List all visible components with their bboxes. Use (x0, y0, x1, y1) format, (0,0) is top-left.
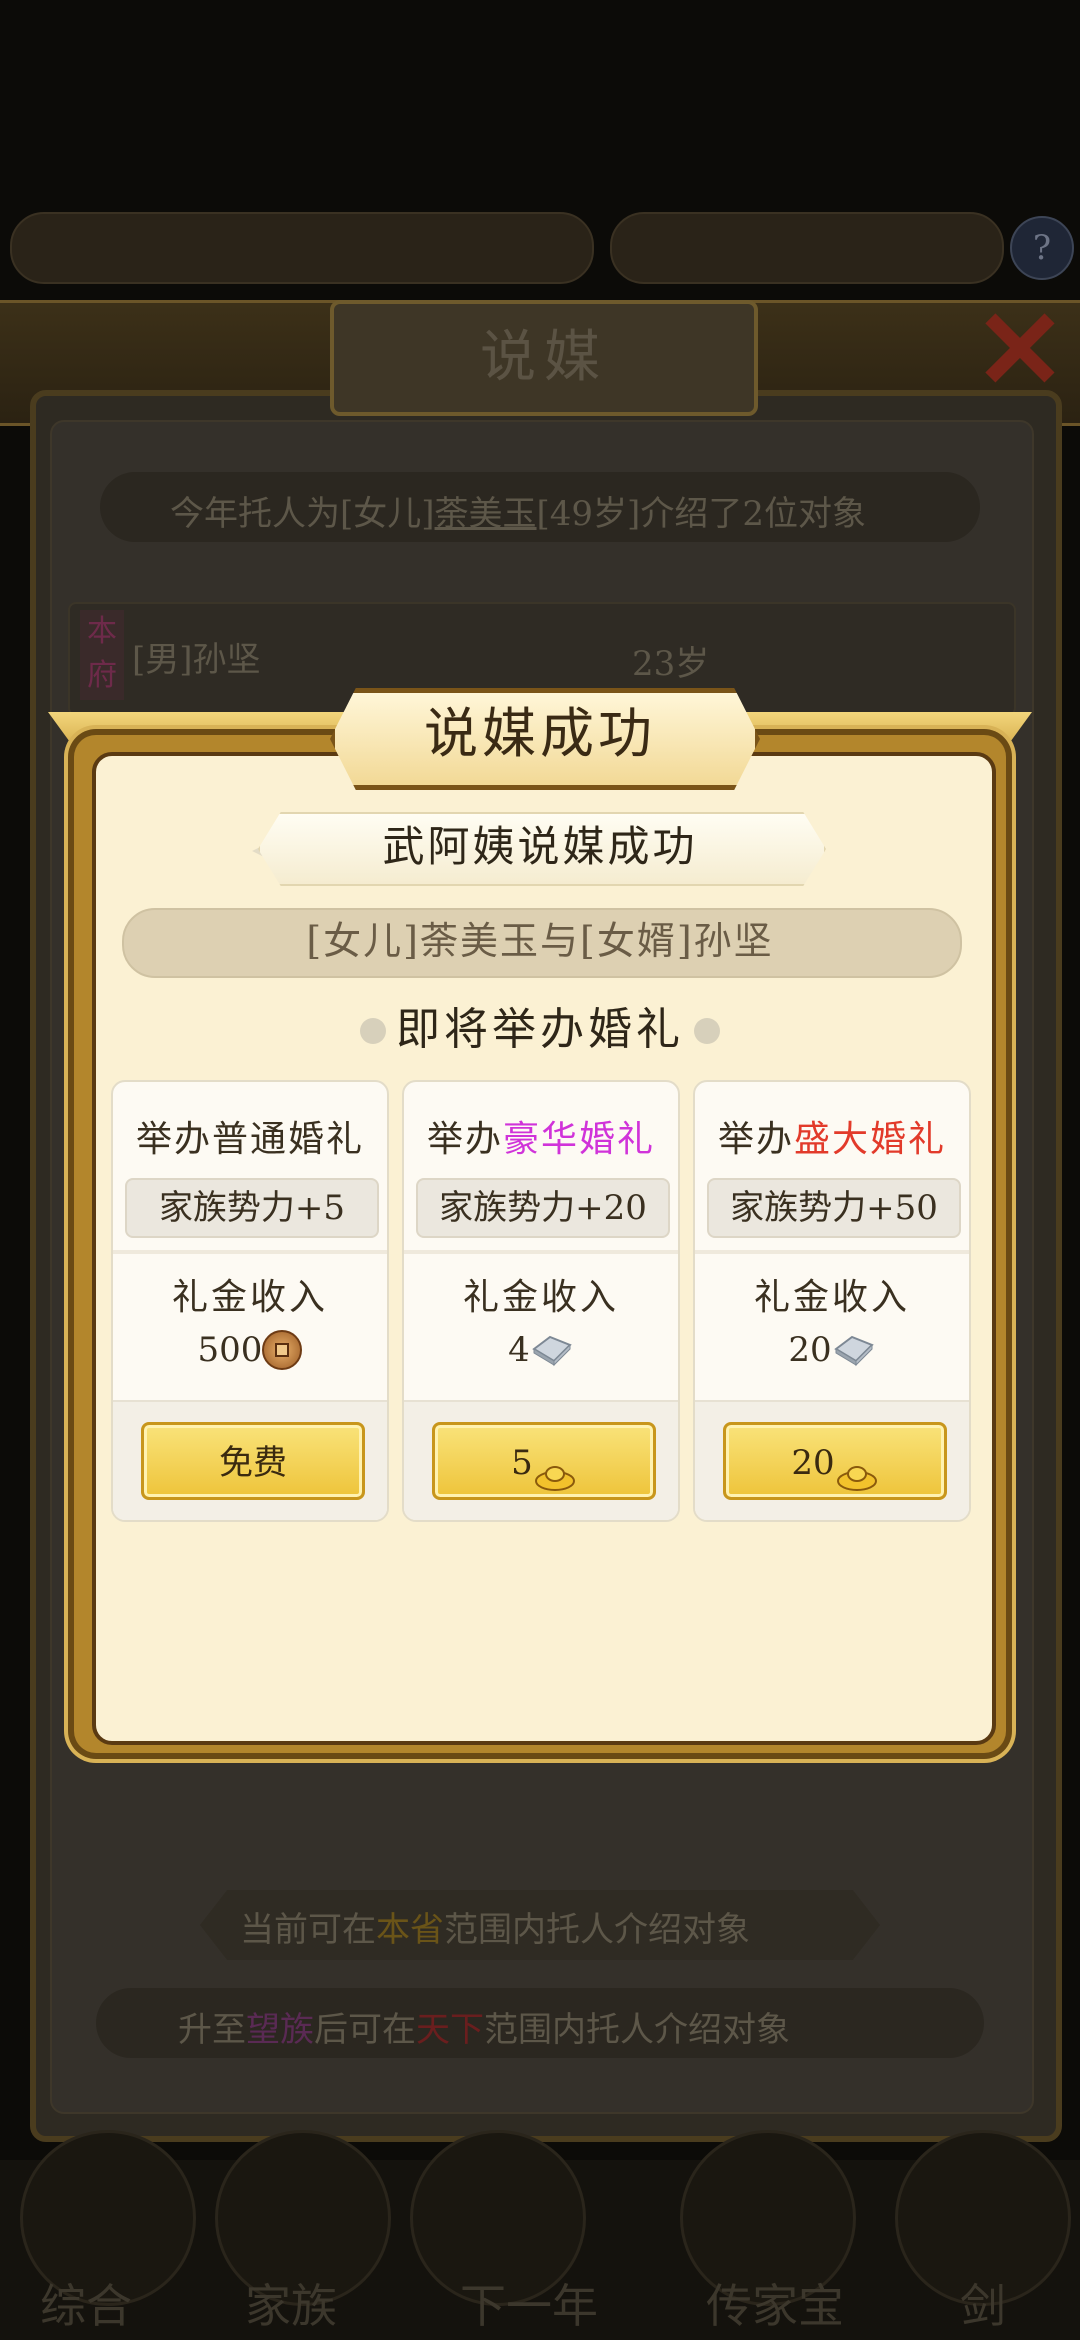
hold-luxury-wedding-button[interactable]: 5 (432, 1422, 656, 1500)
candidate-age: 23岁 (632, 644, 710, 684)
page-title: 说媒 (330, 300, 758, 416)
nav-label-next-year: 下一年 (460, 2279, 598, 2333)
top-resource-bar-right (610, 212, 1004, 284)
popup-title: 说媒成功 (424, 702, 656, 765)
nav-label-heirloom: 传家宝 (706, 2279, 844, 2333)
card-bonus: 家族势力+20 (416, 1178, 670, 1238)
card-divider (695, 1250, 969, 1254)
income-value: 4 (404, 1326, 678, 1370)
income-value: 20 (695, 1326, 969, 1370)
upgrade-line: 升至望族后可在天下范围内托人介绍对象 (178, 2010, 790, 2050)
silver-ingot-icon (530, 1333, 574, 1367)
province-line: 当前可在本省范围内托人介绍对象 (240, 1910, 750, 1950)
candidate-name: [男]孙坚 (132, 640, 261, 680)
wedding-card-grand: 举办盛大婚礼 家族势力+50 礼金收入 20 20 (693, 1080, 971, 1522)
income-label: 礼金收入 (753, 1277, 910, 1318)
hold-grand-wedding-button[interactable]: 20 (723, 1422, 947, 1500)
subtitle: 武阿姨说媒成功 (382, 822, 698, 871)
card-bonus: 家族势力+5 (125, 1178, 379, 1238)
card-divider (404, 1250, 678, 1254)
card-divider (113, 1250, 387, 1254)
wedding-card-luxury: 举办豪华婚礼 家族势力+20 礼金收入 4 5 (402, 1080, 680, 1522)
hold-normal-wedding-button[interactable]: 免费 (141, 1422, 365, 1500)
gold-ingot-icon (533, 1446, 577, 1491)
income-label: 礼金收入 (462, 1277, 619, 1318)
card-title: 举办盛大婚礼 (717, 1119, 947, 1160)
help-icon: ? (1010, 216, 1074, 280)
card-title: 举办普通婚礼 (135, 1119, 365, 1160)
card-title: 举办豪华婚礼 (426, 1119, 656, 1160)
gold-ingot-icon (835, 1446, 879, 1491)
candidate-tag: 本府 (80, 610, 124, 700)
intro-text: 今年托人为[女儿]荼美玉[49岁]介绍了2位对象 (170, 494, 866, 534)
close-icon: ✕ (973, 285, 1067, 414)
wedding-card-normal: 举办普通婚礼 家族势力+5 礼金收入 500 免费 (111, 1080, 389, 1522)
income-value: 500 (113, 1326, 387, 1370)
silver-ingot-icon (832, 1333, 876, 1367)
copper-coin-icon (262, 1330, 303, 1370)
wedding-heading: 即将举办婚礼 (396, 1004, 684, 1055)
card-bonus: 家族势力+50 (707, 1178, 961, 1238)
nav-label-family: 家族 (245, 2279, 337, 2333)
couple-text: [女儿]荼美玉与[女婿]孙坚 (306, 919, 774, 963)
income-label: 礼金收入 (171, 1277, 328, 1318)
nav-label-extra: 剑 (960, 2279, 1006, 2333)
top-resource-bar-left (10, 212, 594, 284)
nav-label-overview: 综合 (40, 2279, 132, 2333)
